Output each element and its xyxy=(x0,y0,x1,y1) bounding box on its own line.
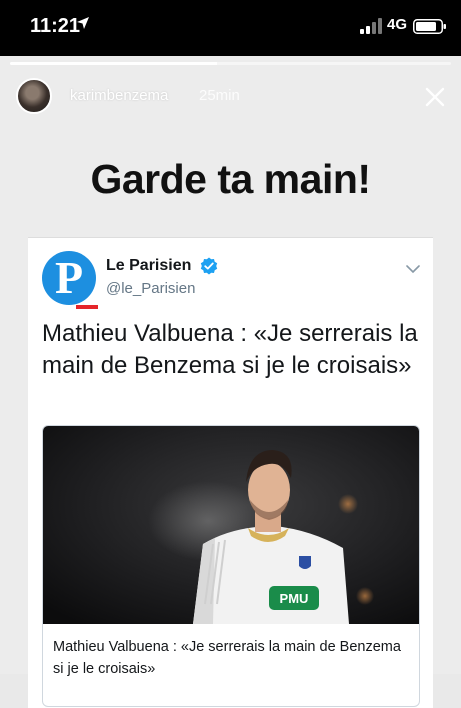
preview-photo: PMU xyxy=(43,426,419,624)
verified-icon xyxy=(200,257,218,275)
logo-red-bar xyxy=(76,305,98,309)
status-time: 11:21 xyxy=(30,15,81,37)
signal-icon xyxy=(360,18,382,34)
tweet-handle[interactable]: @le_Parisien xyxy=(106,280,195,297)
tweet-text: Mathieu Valbuena : «Je serrerais la main… xyxy=(42,320,418,379)
battery-icon xyxy=(413,19,446,34)
story-progress-bar xyxy=(10,62,451,65)
network-type: 4G xyxy=(387,16,408,33)
story-headline: Garde ta main! xyxy=(90,156,371,202)
story-username[interactable]: karimbenzema xyxy=(70,87,168,104)
story-viewer[interactable]: karimbenzema 25min Garde ta main! P Le P… xyxy=(0,56,461,708)
link-preview-card[interactable]: PMU Mathieu Valbuena : «Je serrerais la … xyxy=(42,425,420,707)
logo-letter: P xyxy=(54,252,84,303)
story-progress-fill xyxy=(10,62,218,65)
chevron-down-icon[interactable] xyxy=(406,264,420,274)
tweet-card[interactable]: P Le Parisien @le_Parisien Mathieu Valbu… xyxy=(28,237,433,708)
status-bar: 11:21 4G xyxy=(0,0,461,56)
preview-title: Mathieu Valbuena : «Je serrerais la main… xyxy=(53,639,401,677)
close-icon[interactable] xyxy=(424,86,446,108)
story-timestamp: 25min xyxy=(199,87,240,104)
le-parisien-logo[interactable]: P xyxy=(42,251,98,309)
tweet-account-name[interactable]: Le Parisien xyxy=(106,257,191,275)
shirt-sponsor: PMU xyxy=(280,591,309,606)
location-arrow-icon xyxy=(77,17,89,29)
avatar[interactable] xyxy=(16,78,52,114)
